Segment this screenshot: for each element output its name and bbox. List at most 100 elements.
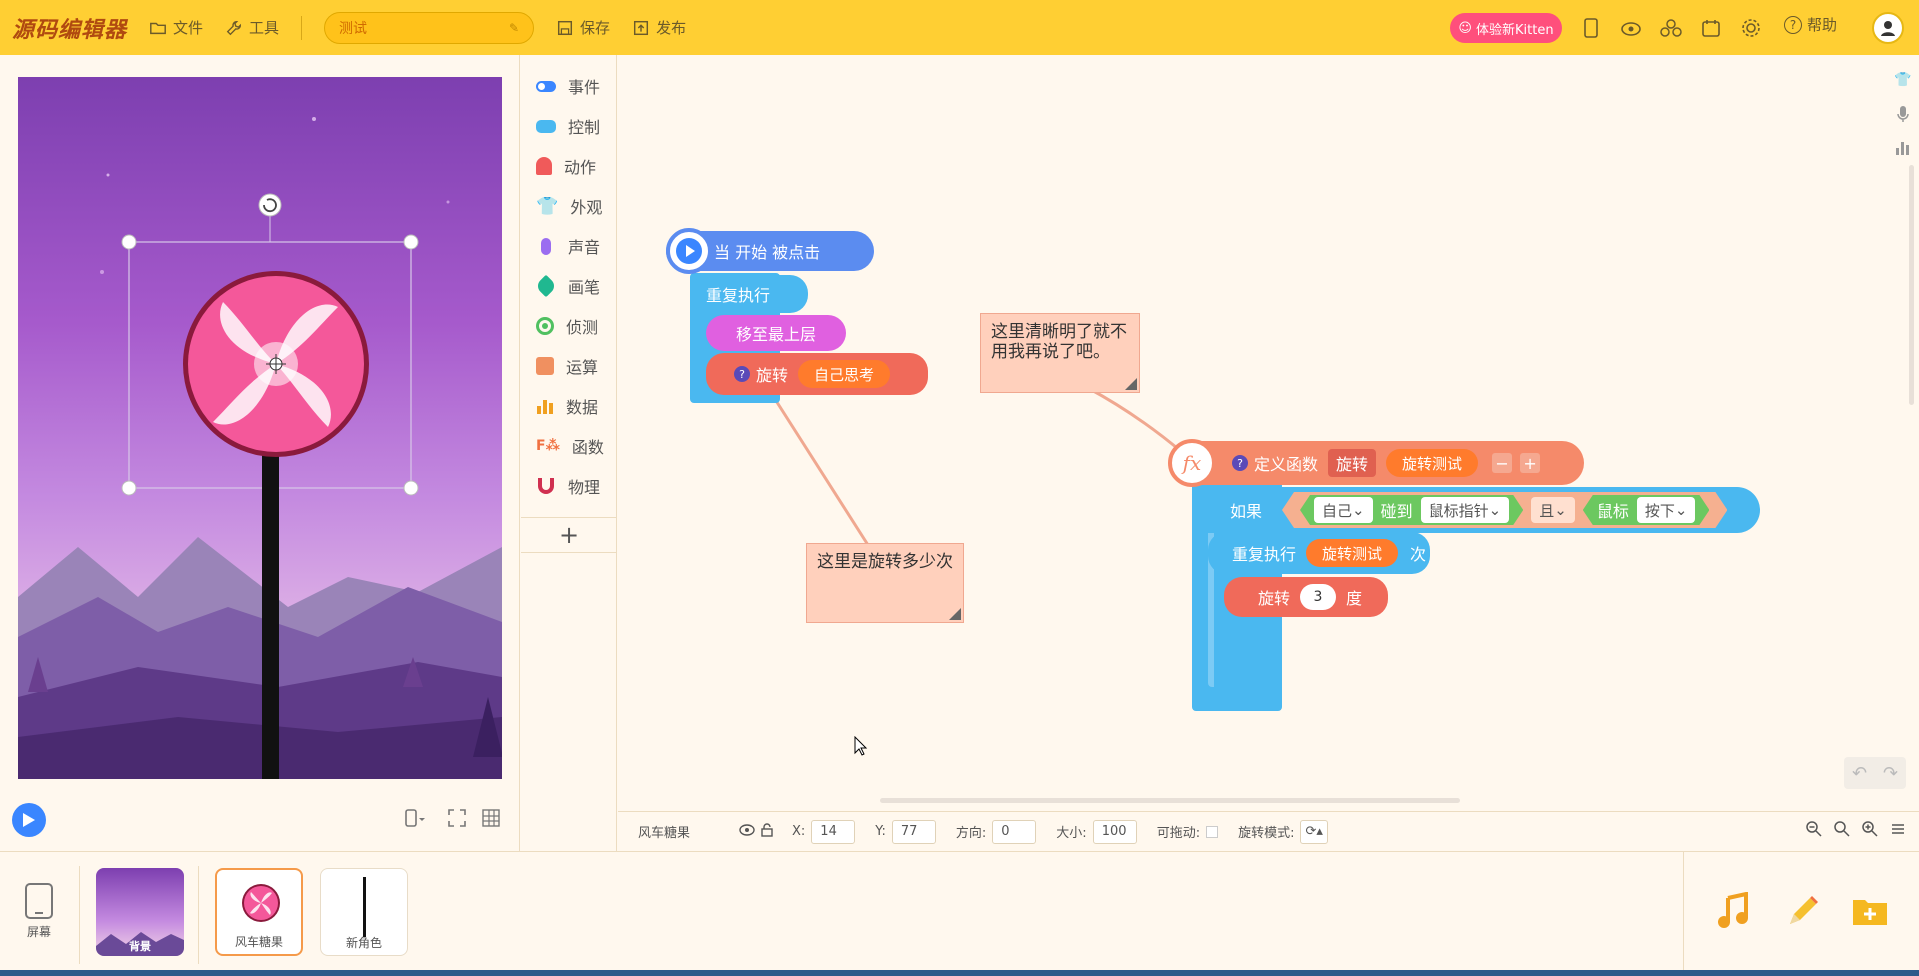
stick-thumbnail — [363, 877, 366, 937]
help-button[interactable]: ? 帮助 — [1784, 14, 1837, 35]
mouse-pointer-dropdown[interactable]: 鼠标指针 ⌄ — [1421, 497, 1510, 523]
stage-panel — [0, 55, 520, 851]
add-extension-button[interactable]: + — [521, 517, 617, 553]
horizontal-scrollbar[interactable] — [880, 798, 1460, 803]
code-workspace[interactable]: 当 开始 被点击 重复执行 移至最上层 ? 旋转 自己思考 这里清晰明了就不用我… — [618, 55, 1919, 811]
device-mode-icon[interactable] — [400, 803, 430, 833]
lock-icon[interactable] — [760, 822, 774, 841]
pen-icon — [534, 274, 558, 298]
pressed-dropdown[interactable]: 按下 ⌄ — [1637, 497, 1696, 523]
direction-input[interactable]: 0 — [992, 819, 1037, 844]
redo-icon[interactable]: ↷ — [1883, 763, 1898, 784]
calculator-icon — [536, 357, 554, 375]
visibility-eye-icon[interactable] — [738, 823, 756, 841]
save-button[interactable]: 保存 — [556, 17, 610, 38]
times-label: 次 — [1410, 545, 1427, 564]
shirt-icon[interactable]: 👕 — [1892, 69, 1914, 91]
screen-label: 屏幕 — [26, 925, 51, 939]
vertical-scrollbar[interactable] — [1909, 165, 1914, 405]
category-physics[interactable]: 物理 — [521, 467, 617, 505]
category-events[interactable]: 事件 — [521, 67, 617, 105]
bars-icon[interactable] — [1892, 137, 1914, 159]
zoom-in-icon[interactable] — [1861, 820, 1879, 842]
calendar-icon[interactable] — [1698, 15, 1724, 41]
touching-condition[interactable]: 自己 ⌄ 碰到 鼠标指针 ⌄ — [1300, 495, 1523, 525]
category-operators[interactable]: 运算 — [521, 347, 617, 385]
phone-preview-icon[interactable] — [1578, 15, 1604, 41]
and-condition[interactable]: 自己 ⌄ 碰到 鼠标指针 ⌄ 且 ⌄ 鼠标 按下 ⌄ — [1282, 492, 1727, 528]
category-sensing[interactable]: 侦测 — [521, 307, 617, 345]
community-icon[interactable] — [1658, 15, 1684, 41]
sprite-card[interactable]: 新角色 — [320, 868, 408, 956]
stage-scene — [18, 117, 502, 779]
category-functions[interactable]: F⁂ 函数 — [521, 427, 617, 465]
wrench-icon — [226, 20, 242, 35]
comment-note[interactable]: 这里是旋转多少次 — [806, 543, 964, 623]
draggable-label: 可拖动: — [1156, 826, 1201, 841]
kitten-icon: ☺ — [1458, 20, 1472, 36]
menu-icon[interactable] — [1889, 820, 1907, 842]
rotate-block[interactable]: ? 旋转 自己思考 — [706, 353, 928, 395]
zoom-out-icon[interactable] — [1805, 820, 1823, 842]
y-input[interactable]: 77 — [891, 819, 936, 844]
category-motion[interactable]: 动作 — [521, 147, 617, 185]
file-menu[interactable]: 文件 — [149, 17, 203, 38]
music-icon[interactable] — [1716, 891, 1752, 934]
mouse-condition[interactable]: 鼠标 按下 ⌄ — [1583, 495, 1710, 525]
grid-icon[interactable] — [476, 803, 506, 833]
size-input[interactable]: 100 — [1092, 819, 1137, 844]
mouse-cursor-icon — [854, 736, 868, 756]
background-thumbnail[interactable]: 背景 — [96, 868, 184, 956]
rotation-mode-dropdown[interactable]: ⟳▴ — [1300, 819, 1329, 844]
repeat-count-param[interactable]: 旋转测试 — [1306, 539, 1399, 567]
rotate-param-input[interactable]: 自己思考 — [798, 360, 891, 388]
define-function-block[interactable]: ? 定义函数 旋转 旋转测试 − + — [1172, 441, 1584, 485]
publish-button[interactable]: 发布 — [632, 17, 686, 38]
move-to-top-block[interactable]: 移至最上层 — [706, 315, 846, 351]
function-name-input[interactable]: 旋转 — [1328, 449, 1377, 477]
rotate-degree-block[interactable]: 旋转 3 度 — [1224, 577, 1388, 617]
zoom-reset-icon[interactable] — [1833, 820, 1851, 842]
and-dropdown[interactable]: 且 ⌄ — [1531, 497, 1575, 523]
category-pen[interactable]: 画笔 — [521, 267, 617, 305]
x-input[interactable]: 14 — [811, 819, 856, 844]
divider — [79, 866, 80, 964]
settings-icon[interactable] — [1738, 15, 1764, 41]
when-start-label: 当 开始 被点击 — [714, 243, 821, 262]
eye-icon[interactable] — [1618, 15, 1644, 41]
category-control[interactable]: 控制 — [521, 107, 617, 145]
fullscreen-icon[interactable] — [442, 803, 472, 833]
add-param-button[interactable]: + — [1520, 453, 1541, 473]
divider — [1683, 852, 1684, 976]
try-kitten-button[interactable]: ☺ 体验新Kitten — [1450, 13, 1562, 43]
paint-pencil-icon[interactable] — [1784, 892, 1820, 934]
repeat-forever-block[interactable]: 重复执行 — [690, 275, 808, 313]
self-dropdown[interactable]: 自己 ⌄ — [1314, 497, 1373, 523]
undo-icon[interactable]: ↶ — [1852, 763, 1867, 784]
if-block[interactable]: 如果 自己 ⌄ 碰到 鼠标指针 ⌄ 且 ⌄ 鼠标 按下 ⌄ — [1192, 487, 1760, 533]
draggable-checkbox[interactable] — [1206, 825, 1219, 838]
lollipop-icon — [242, 884, 280, 922]
repeat-block[interactable]: 重复执行 旋转测试 次 — [1208, 532, 1430, 574]
tablet-icon — [25, 883, 53, 919]
sprite-name: 风车糖果 — [234, 935, 283, 949]
project-name-input[interactable]: 测试 ✎ — [324, 11, 535, 44]
sprite-card-selected[interactable]: 风车糖果 — [215, 868, 303, 956]
run-button[interactable] — [12, 803, 46, 837]
stage-canvas[interactable] — [18, 77, 502, 779]
category-sound[interactable]: 声音 — [521, 227, 617, 265]
tools-menu[interactable]: 工具 — [225, 17, 279, 38]
remove-param-button[interactable]: − — [1492, 453, 1513, 473]
repeat-label: 重复执行 — [1232, 545, 1297, 564]
mic-icon[interactable] — [1892, 103, 1914, 125]
screen-button[interactable]: 屏幕 — [12, 882, 66, 940]
sprite-name-field[interactable]: 风车糖果 — [630, 820, 734, 844]
category-looks[interactable]: 👕 外观 — [521, 187, 617, 225]
add-folder-icon[interactable] — [1852, 896, 1888, 930]
function-param[interactable]: 旋转测试 — [1386, 449, 1479, 477]
category-data[interactable]: 数据 — [521, 387, 617, 425]
comment-note[interactable]: 这里清晰明了就不用我再说了吧。 — [980, 313, 1140, 393]
degree-input[interactable]: 3 — [1300, 584, 1337, 610]
user-avatar[interactable] — [1872, 12, 1904, 44]
publish-icon — [634, 20, 649, 35]
